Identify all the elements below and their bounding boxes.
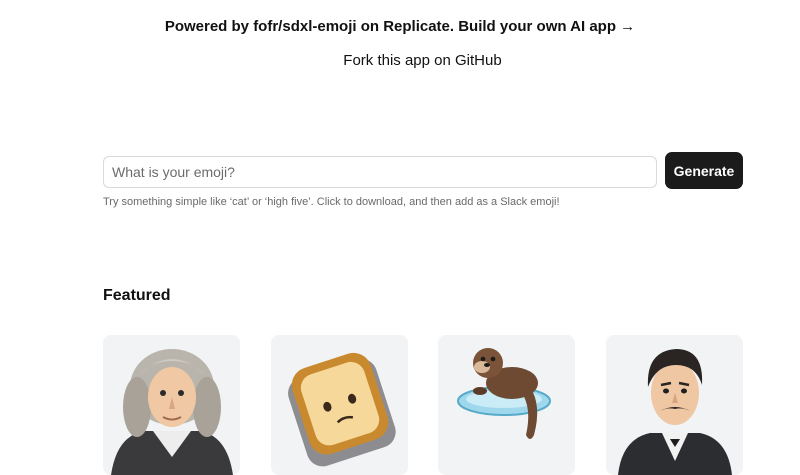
featured-card[interactable] <box>271 335 408 475</box>
powered-by-text[interactable]: Powered by fofr/sdxl-emoji on Replicate.… <box>165 18 635 35</box>
scientist-curly-hair-emoji-icon <box>111 349 233 475</box>
fork-github-link[interactable]: Fork this app on GitHub <box>0 52 800 69</box>
powered-by-link[interactable]: Powered by fofr/sdxl-emoji on Replicate.… <box>0 18 800 35</box>
featured-card[interactable] <box>103 335 240 475</box>
toast-face-emoji-icon <box>288 352 396 467</box>
emoji-prompt-input[interactable] <box>103 156 657 188</box>
prompt-hint: Try something simple like ‘cat’ or ‘high… <box>103 196 560 208</box>
featured-card[interactable] <box>606 335 743 475</box>
generate-button[interactable]: Generate <box>665 152 743 189</box>
featured-grid <box>103 335 743 475</box>
featured-card[interactable] <box>438 335 575 475</box>
man-with-mustache-emoji-icon <box>618 349 732 475</box>
otter-on-ice-emoji-icon <box>457 348 551 439</box>
featured-heading: Featured <box>103 287 171 304</box>
prompt-form: Generate <box>103 152 743 190</box>
